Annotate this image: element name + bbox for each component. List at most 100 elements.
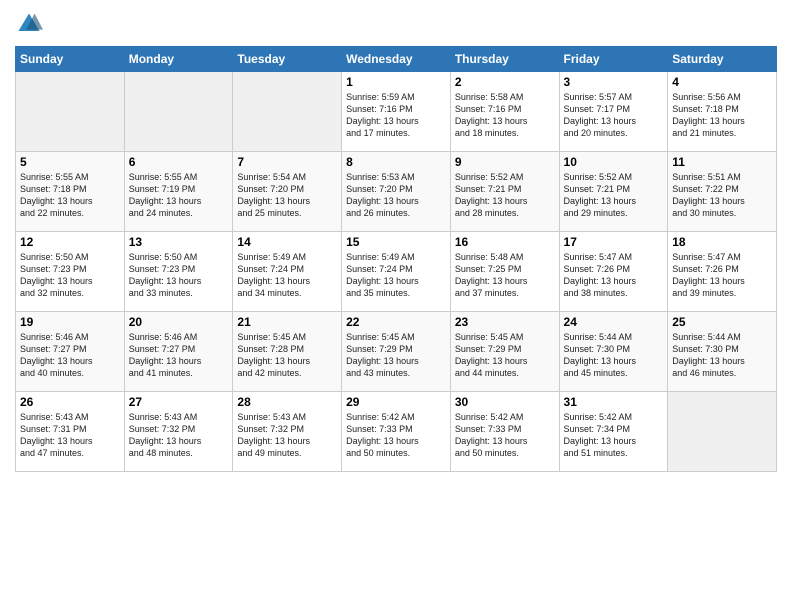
day-number: 13 xyxy=(129,235,229,249)
day-number: 4 xyxy=(672,75,772,89)
calendar-cell: 12 Sunrise: 5:50 AM Sunset: 7:23 PM Dayli… xyxy=(16,232,125,312)
calendar-cell: 5 Sunrise: 5:55 AM Sunset: 7:18 PM Daylig… xyxy=(16,152,125,232)
calendar-cell: 29Sunrise: 5:42 AM Sunset: 7:33 PM Dayli… xyxy=(342,392,451,472)
calendar-body: 1Sunrise: 5:59 AM Sunset: 7:16 PM Daylig… xyxy=(16,72,777,472)
cell-info: Sunrise: 5:43 AM Sunset: 7:31 PM Dayligh… xyxy=(20,411,120,460)
calendar-cell: 20 Sunrise: 5:46 AM Sunset: 7:27 PM Dayli… xyxy=(124,312,233,392)
cell-info: Sunrise: 5:43 AM Sunset: 7:32 PM Dayligh… xyxy=(237,411,337,460)
calendar-cell: 7Sunrise: 5:54 AM Sunset: 7:20 PM Daylig… xyxy=(233,152,342,232)
calendar-cell xyxy=(16,72,125,152)
cell-info: Sunrise: 5:52 AM Sunset: 7:21 PM Dayligh… xyxy=(564,171,664,220)
cell-info: Sunrise: 5:58 AM Sunset: 7:16 PM Dayligh… xyxy=(455,91,555,140)
day-number: 10 xyxy=(564,155,664,169)
calendar-cell: 10 Sunrise: 5:52 AM Sunset: 7:21 PM Dayli… xyxy=(559,152,668,232)
cell-info: Sunrise: 5:45 AM Sunset: 7:29 PM Dayligh… xyxy=(346,331,446,380)
day-number: 12 xyxy=(20,235,120,249)
day-number: 8 xyxy=(346,155,446,169)
day-number: 30 xyxy=(455,395,555,409)
calendar-cell: 16 Sunrise: 5:48 AM Sunset: 7:25 PM Dayli… xyxy=(450,232,559,312)
cell-info: Sunrise: 5:59 AM Sunset: 7:16 PM Dayligh… xyxy=(346,91,446,140)
day-number: 20 xyxy=(129,315,229,329)
calendar-cell: 8 Sunrise: 5:53 AM Sunset: 7:20 PM Daylig… xyxy=(342,152,451,232)
calendar-cell: 6 Sunrise: 5:55 AM Sunset: 7:19 PM Daylig… xyxy=(124,152,233,232)
cell-info: Sunrise: 5:49 AM Sunset: 7:24 PM Dayligh… xyxy=(346,251,446,300)
cell-info: Sunrise: 5:55 AM Sunset: 7:19 PM Dayligh… xyxy=(129,171,229,220)
day-number: 6 xyxy=(129,155,229,169)
weekday-row: SundayMondayTuesdayWednesdayThursdayFrid… xyxy=(16,47,777,72)
calendar-week-row: 26 Sunrise: 5:43 AM Sunset: 7:31 PM Dayli… xyxy=(16,392,777,472)
calendar-cell: 11Sunrise: 5:51 AM Sunset: 7:22 PM Dayli… xyxy=(668,152,777,232)
calendar-cell: 28 Sunrise: 5:43 AM Sunset: 7:32 PM Dayli… xyxy=(233,392,342,472)
weekday-header: Friday xyxy=(559,47,668,72)
cell-info: Sunrise: 5:47 AM Sunset: 7:26 PM Dayligh… xyxy=(672,251,772,300)
logo xyxy=(15,10,45,38)
cell-info: Sunrise: 5:44 AM Sunset: 7:30 PM Dayligh… xyxy=(672,331,772,380)
cell-info: Sunrise: 5:44 AM Sunset: 7:30 PM Dayligh… xyxy=(564,331,664,380)
calendar-cell xyxy=(233,72,342,152)
calendar-week-row: 12 Sunrise: 5:50 AM Sunset: 7:23 PM Dayli… xyxy=(16,232,777,312)
calendar-cell xyxy=(124,72,233,152)
day-number: 27 xyxy=(129,395,229,409)
calendar-cell: 23 Sunrise: 5:45 AM Sunset: 7:29 PM Dayli… xyxy=(450,312,559,392)
day-number: 16 xyxy=(455,235,555,249)
day-number: 23 xyxy=(455,315,555,329)
cell-info: Sunrise: 5:57 AM Sunset: 7:17 PM Dayligh… xyxy=(564,91,664,140)
day-number: 21 xyxy=(237,315,337,329)
cell-info: Sunrise: 5:45 AM Sunset: 7:29 PM Dayligh… xyxy=(455,331,555,380)
cell-info: Sunrise: 5:54 AM Sunset: 7:20 PM Dayligh… xyxy=(237,171,337,220)
calendar-table: SundayMondayTuesdayWednesdayThursdayFrid… xyxy=(15,46,777,472)
calendar-week-row: 5 Sunrise: 5:55 AM Sunset: 7:18 PM Daylig… xyxy=(16,152,777,232)
cell-info: Sunrise: 5:46 AM Sunset: 7:27 PM Dayligh… xyxy=(129,331,229,380)
day-number: 29 xyxy=(346,395,446,409)
calendar-cell: 25 Sunrise: 5:44 AM Sunset: 7:30 PM Dayli… xyxy=(668,312,777,392)
weekday-header: Tuesday xyxy=(233,47,342,72)
day-number: 18 xyxy=(672,235,772,249)
cell-info: Sunrise: 5:45 AM Sunset: 7:28 PM Dayligh… xyxy=(237,331,337,380)
calendar-cell: 22 Sunrise: 5:45 AM Sunset: 7:29 PM Dayli… xyxy=(342,312,451,392)
calendar-cell: 18 Sunrise: 5:47 AM Sunset: 7:26 PM Dayli… xyxy=(668,232,777,312)
calendar-cell: 3Sunrise: 5:57 AM Sunset: 7:17 PM Daylig… xyxy=(559,72,668,152)
weekday-header: Monday xyxy=(124,47,233,72)
day-number: 31 xyxy=(564,395,664,409)
calendar-week-row: 19 Sunrise: 5:46 AM Sunset: 7:27 PM Dayli… xyxy=(16,312,777,392)
day-number: 17 xyxy=(564,235,664,249)
calendar-header: SundayMondayTuesdayWednesdayThursdayFrid… xyxy=(16,47,777,72)
calendar-cell: 19 Sunrise: 5:46 AM Sunset: 7:27 PM Dayli… xyxy=(16,312,125,392)
weekday-header: Wednesday xyxy=(342,47,451,72)
day-number: 28 xyxy=(237,395,337,409)
cell-info: Sunrise: 5:52 AM Sunset: 7:21 PM Dayligh… xyxy=(455,171,555,220)
cell-info: Sunrise: 5:47 AM Sunset: 7:26 PM Dayligh… xyxy=(564,251,664,300)
calendar-cell: 14 Sunrise: 5:49 AM Sunset: 7:24 PM Dayli… xyxy=(233,232,342,312)
weekday-header: Saturday xyxy=(668,47,777,72)
day-number: 22 xyxy=(346,315,446,329)
day-number: 19 xyxy=(20,315,120,329)
calendar-cell: 27 Sunrise: 5:43 AM Sunset: 7:32 PM Dayli… xyxy=(124,392,233,472)
cell-info: Sunrise: 5:51 AM Sunset: 7:22 PM Dayligh… xyxy=(672,171,772,220)
day-number: 2 xyxy=(455,75,555,89)
calendar-cell: 30 Sunrise: 5:42 AM Sunset: 7:33 PM Dayli… xyxy=(450,392,559,472)
day-number: 24 xyxy=(564,315,664,329)
weekday-header: Sunday xyxy=(16,47,125,72)
cell-info: Sunrise: 5:50 AM Sunset: 7:23 PM Dayligh… xyxy=(129,251,229,300)
cell-info: Sunrise: 5:46 AM Sunset: 7:27 PM Dayligh… xyxy=(20,331,120,380)
cell-info: Sunrise: 5:56 AM Sunset: 7:18 PM Dayligh… xyxy=(672,91,772,140)
cell-info: Sunrise: 5:55 AM Sunset: 7:18 PM Dayligh… xyxy=(20,171,120,220)
calendar-cell: 13 Sunrise: 5:50 AM Sunset: 7:23 PM Dayli… xyxy=(124,232,233,312)
cell-info: Sunrise: 5:48 AM Sunset: 7:25 PM Dayligh… xyxy=(455,251,555,300)
cell-info: Sunrise: 5:42 AM Sunset: 7:33 PM Dayligh… xyxy=(455,411,555,460)
day-number: 5 xyxy=(20,155,120,169)
cell-info: Sunrise: 5:49 AM Sunset: 7:24 PM Dayligh… xyxy=(237,251,337,300)
day-number: 26 xyxy=(20,395,120,409)
calendar-cell: 26 Sunrise: 5:43 AM Sunset: 7:31 PM Dayli… xyxy=(16,392,125,472)
cell-info: Sunrise: 5:53 AM Sunset: 7:20 PM Dayligh… xyxy=(346,171,446,220)
calendar-cell: 31Sunrise: 5:42 AM Sunset: 7:34 PM Dayli… xyxy=(559,392,668,472)
calendar-cell: 9Sunrise: 5:52 AM Sunset: 7:21 PM Daylig… xyxy=(450,152,559,232)
calendar-cell xyxy=(668,392,777,472)
calendar-cell: 24 Sunrise: 5:44 AM Sunset: 7:30 PM Dayli… xyxy=(559,312,668,392)
cell-info: Sunrise: 5:43 AM Sunset: 7:32 PM Dayligh… xyxy=(129,411,229,460)
calendar-week-row: 1Sunrise: 5:59 AM Sunset: 7:16 PM Daylig… xyxy=(16,72,777,152)
calendar-cell: 2 Sunrise: 5:58 AM Sunset: 7:16 PM Daylig… xyxy=(450,72,559,152)
day-number: 14 xyxy=(237,235,337,249)
cell-info: Sunrise: 5:50 AM Sunset: 7:23 PM Dayligh… xyxy=(20,251,120,300)
day-number: 25 xyxy=(672,315,772,329)
